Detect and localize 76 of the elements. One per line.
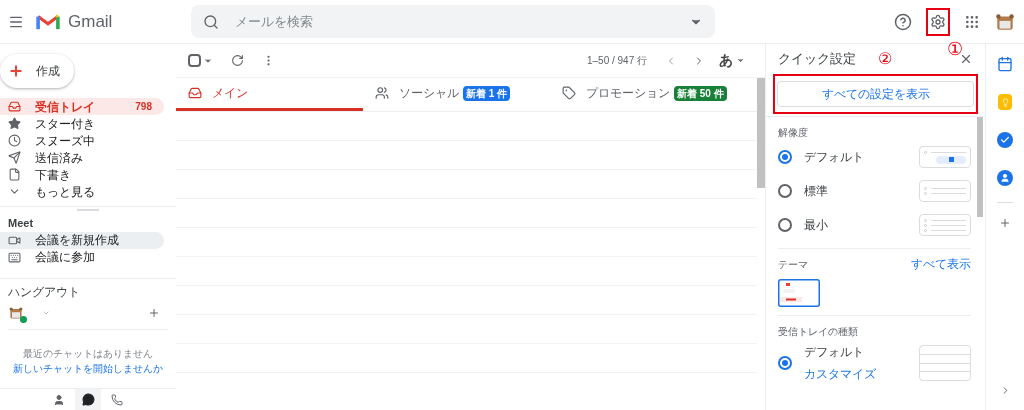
settings-icon xyxy=(930,13,946,30)
tag-icon xyxy=(562,86,576,100)
meet-item[interactable]: 会議に参加 xyxy=(0,248,164,266)
person-icon[interactable] xyxy=(53,393,65,406)
density-preview xyxy=(919,146,971,168)
radio-button[interactable] xyxy=(778,184,792,198)
option-label: デフォルト xyxy=(804,149,865,166)
category-tab[interactable]: メイン xyxy=(176,78,363,111)
start-chat-link[interactable]: 新しいチャットを開始しませんか xyxy=(0,360,176,376)
annotation-mark: ① xyxy=(947,40,963,58)
clock-icon xyxy=(8,134,21,147)
density-preview xyxy=(919,214,971,236)
scrollbar[interactable] xyxy=(757,78,765,188)
radio-button[interactable] xyxy=(778,356,792,370)
add-icon[interactable] xyxy=(148,306,160,319)
search-input[interactable]: メールを検索 xyxy=(235,11,690,32)
star-icon xyxy=(8,117,21,130)
caret-icon[interactable] xyxy=(736,56,745,65)
nav-item[interactable]: スター付き xyxy=(0,115,164,132)
option-label: デフォルト xyxy=(804,344,865,361)
plus-icon xyxy=(8,63,24,79)
section-title: 解像度 xyxy=(778,126,809,140)
search-field[interactable]: メールを検索 xyxy=(191,5,716,38)
compose-button[interactable]: 作成 xyxy=(0,54,74,88)
file-icon xyxy=(8,168,21,181)
settings-button[interactable] xyxy=(926,7,950,36)
theme-thumbnail[interactable] xyxy=(778,279,820,307)
page-info: 1–50 / 947 行 xyxy=(586,54,647,68)
nav-item[interactable]: 下書き xyxy=(0,166,164,183)
refresh-icon[interactable] xyxy=(231,54,244,67)
density-preview xyxy=(919,180,971,202)
nav-item[interactable]: もっと見る xyxy=(0,183,164,200)
chat-icon[interactable] xyxy=(81,393,95,406)
help-icon[interactable] xyxy=(894,12,912,31)
new-count-badge: 新着 50 件 xyxy=(674,85,727,101)
section-title: Meet xyxy=(7,216,35,231)
customize-link[interactable]: カスタマイズ xyxy=(804,365,919,383)
add-icon[interactable] xyxy=(999,217,1011,229)
nav-item[interactable]: 送信済み xyxy=(0,149,164,166)
inbox-preview xyxy=(919,345,971,381)
keyboard-icon xyxy=(8,250,21,264)
unread-count: 798 xyxy=(135,100,152,114)
scrollbar[interactable] xyxy=(977,117,983,217)
avatar-icon[interactable] xyxy=(8,304,24,321)
gmail-logo-icon xyxy=(36,12,60,31)
input-tool-button[interactable]: あ xyxy=(719,50,733,71)
tasks-icon[interactable] xyxy=(997,132,1013,148)
all-settings-button[interactable]: すべての設定を表示 xyxy=(777,81,974,107)
empty-chat-text: 最近のチャットはありません xyxy=(22,346,154,361)
option-label: 最小 xyxy=(804,217,829,234)
search-icon xyxy=(203,13,220,30)
inbox-icon xyxy=(188,86,202,100)
show-all-link[interactable]: すべて表示 xyxy=(911,255,971,273)
option-label: 標準 xyxy=(804,183,829,200)
app-name: Gmail xyxy=(68,10,113,33)
contacts-icon[interactable] xyxy=(997,170,1013,186)
apps-icon[interactable] xyxy=(964,13,980,30)
panel-title: クイック設定 xyxy=(778,50,856,69)
radio-button[interactable] xyxy=(778,150,792,164)
checkbox[interactable] xyxy=(188,54,201,67)
meet-item[interactable]: 会議を新規作成 xyxy=(0,231,164,249)
send-icon xyxy=(8,151,21,164)
nav-item[interactable]: 受信トレイ 798 xyxy=(0,98,164,115)
nav-item[interactable]: スヌーズ中 xyxy=(0,132,164,149)
category-tab[interactable]: プロモーション 新着 50 件 xyxy=(550,78,737,111)
phone-icon[interactable] xyxy=(111,393,123,406)
section-title: ハングアウト xyxy=(7,283,81,301)
inbox-icon xyxy=(8,100,21,113)
people-icon xyxy=(375,86,389,100)
new-count-badge: 新着 1 件 xyxy=(463,85,511,101)
calendar-icon[interactable] xyxy=(997,56,1013,72)
category-tab[interactable]: ソーシャル 新着 1 件 xyxy=(363,78,550,111)
section-title: 受信トレイの種類 xyxy=(778,325,859,339)
section-title: テーマ xyxy=(778,257,809,272)
annotation-mark: ② xyxy=(878,51,892,67)
radio-button[interactable] xyxy=(778,218,792,232)
